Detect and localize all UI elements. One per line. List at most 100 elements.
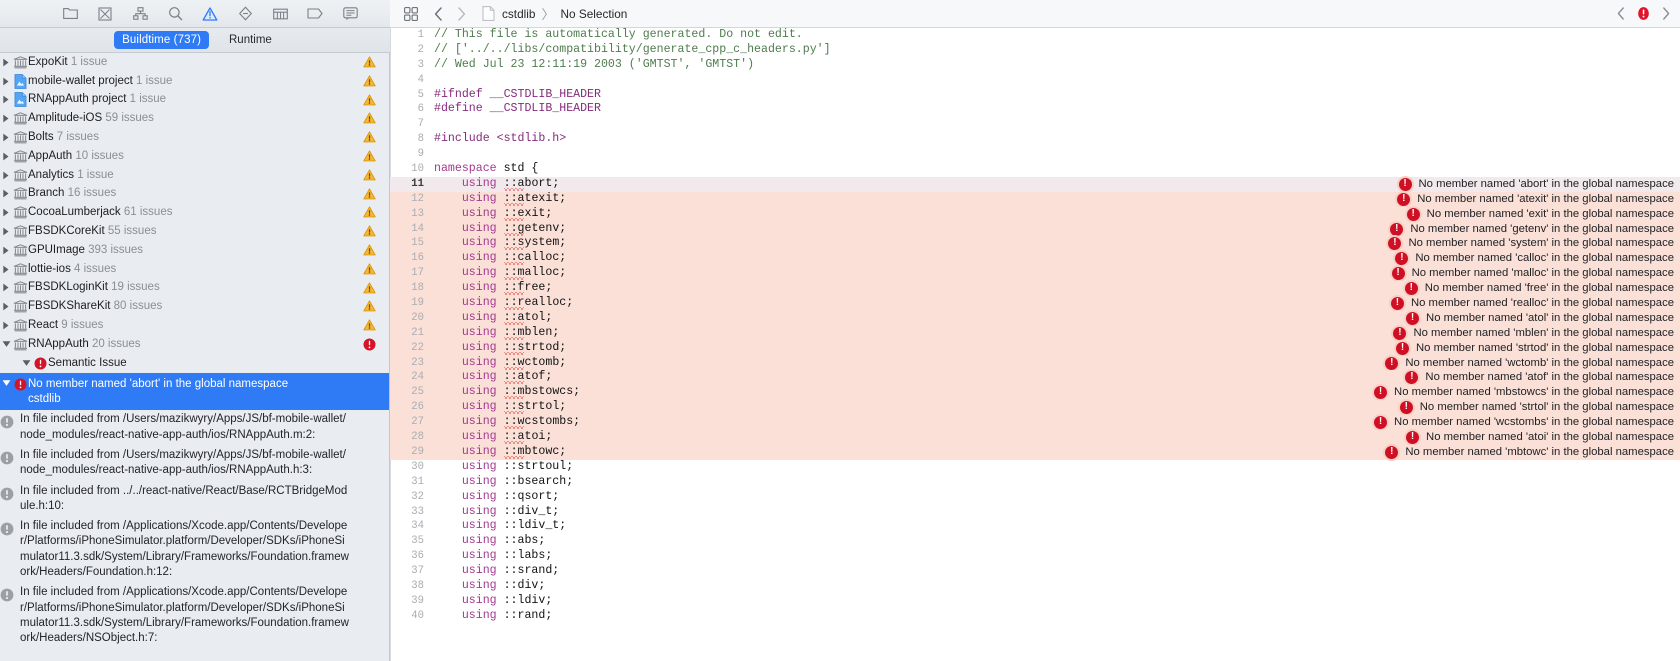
code-line[interactable]: 31 using ::bsearch;: [390, 475, 1680, 490]
code-line[interactable]: 35 using ::abs;: [390, 534, 1680, 549]
chevron-right-icon[interactable]: [0, 189, 12, 198]
code-line[interactable]: 8 #include <stdlib.h>: [390, 132, 1680, 147]
navigator-group-row[interactable]: lottie-ios 4 issues: [0, 260, 390, 279]
navigator-group-row[interactable]: FBSDKShareKit 80 issues: [0, 297, 390, 316]
navigator-group-row[interactable]: RNAppAuth 20 issues: [0, 335, 390, 354]
related-items-icon[interactable]: [404, 6, 418, 21]
search-icon[interactable]: [167, 5, 184, 22]
folder-icon[interactable]: [62, 5, 79, 22]
inline-error-message[interactable]: ! No member named 'malloc' in the global …: [1391, 266, 1674, 281]
issue-badge-icon[interactable]: [1636, 6, 1651, 21]
chevron-right-icon[interactable]: [0, 208, 12, 217]
symbol-hierarchy-icon[interactable]: [132, 5, 149, 22]
issue-navigator-list[interactable]: ExpoKit 1 issue mobile-wallet project 1 …: [0, 53, 390, 661]
filter-buildtime-button[interactable]: Buildtime (737): [114, 31, 209, 49]
inline-error-message[interactable]: ! No member named 'calloc' in the global …: [1395, 251, 1674, 266]
inline-error-message[interactable]: ! No member named 'atexit' in the global …: [1397, 192, 1674, 207]
code-line[interactable]: 10 namespace std {: [390, 162, 1680, 177]
code-line[interactable]: 2 // ['../../libs/compatibility/generate_…: [390, 43, 1680, 58]
inline-error-message[interactable]: ! No member named 'realloc' in the global…: [1390, 296, 1674, 311]
code-line[interactable]: 29 using ::mbtowc;! No member named 'mbto…: [390, 444, 1680, 460]
navigator-group-row[interactable]: FBSDKCoreKit 55 issues: [0, 222, 390, 241]
code-line[interactable]: 30 using ::strtoul;: [390, 460, 1680, 475]
inline-error-message[interactable]: ! No member named 'exit' in the global na…: [1406, 207, 1674, 222]
code-line[interactable]: 21 using ::mblen;! No member named 'mblen…: [390, 325, 1680, 341]
chevron-right-icon[interactable]: [0, 114, 12, 123]
forward-button[interactable]: [457, 6, 466, 21]
navigator-group-row[interactable]: RNAppAuth project 1 issue: [0, 91, 390, 110]
source-editor[interactable]: 1 // This file is automatically generated…: [390, 28, 1680, 661]
navigator-detail-row[interactable]: In file included from /Applications/Xcod…: [0, 517, 390, 583]
chevron-right-icon[interactable]: [0, 77, 12, 86]
chevron-right-icon[interactable]: [0, 152, 12, 161]
chevron-right-icon[interactable]: [0, 95, 12, 104]
code-line[interactable]: 37 using ::srand;: [390, 564, 1680, 579]
code-line[interactable]: 16 using ::calloc;! No member named 'call…: [390, 251, 1680, 267]
inline-error-message[interactable]: ! No member named 'system' in the global …: [1388, 236, 1674, 251]
code-line[interactable]: 22 using ::strtod;! No member named 'strt…: [390, 340, 1680, 356]
code-line[interactable]: 12 using ::atexit;! No member named 'atex…: [390, 191, 1680, 207]
source-control-icon[interactable]: [97, 5, 114, 22]
navigator-group-row[interactable]: ExpoKit 1 issue: [0, 53, 390, 72]
code-line[interactable]: 17 using ::malloc;! No member named 'mall…: [390, 266, 1680, 282]
code-line[interactable]: 38 using ::div;: [390, 579, 1680, 594]
navigator-selected-issue-row[interactable]: No member named 'abort' in the global na…: [0, 372, 390, 411]
inline-error-message[interactable]: ! No member named 'free' in the global na…: [1404, 281, 1674, 296]
inline-error-message[interactable]: ! No member named 'mbtowc' in the global …: [1385, 445, 1674, 460]
navigator-group-row[interactable]: Analytics 1 issue: [0, 166, 390, 185]
navigator-issue-category-row[interactable]: Semantic Issue: [0, 354, 390, 373]
chevron-right-icon[interactable]: [0, 227, 12, 236]
report-bubble-icon[interactable]: [342, 5, 359, 22]
filter-runtime-button[interactable]: Runtime: [225, 32, 276, 49]
chevron-down-icon[interactable]: [20, 359, 32, 367]
inline-error-message[interactable]: ! No member named 'atof' in the global na…: [1405, 370, 1674, 385]
navigator-group-row[interactable]: CocoaLumberjack 61 issues: [0, 203, 390, 222]
navigator-detail-row[interactable]: In file included from ../../react-native…: [0, 482, 390, 518]
chevron-right-icon[interactable]: [0, 321, 12, 330]
code-line[interactable]: 40 using ::rand;: [390, 609, 1680, 624]
code-line[interactable]: 34 using ::ldiv_t;: [390, 519, 1680, 534]
code-line[interactable]: 28 using ::atoi;! No member named 'atoi' …: [390, 430, 1680, 445]
code-line[interactable]: 19 using ::realloc;! No member named 'rea…: [390, 296, 1680, 311]
chevron-right-icon[interactable]: [0, 265, 12, 274]
code-line[interactable]: 4: [390, 73, 1680, 88]
chevron-right-icon[interactable]: [0, 133, 12, 142]
navigator-group-row[interactable]: React 9 issues: [0, 316, 390, 335]
code-line[interactable]: 15 using ::system;! No member named 'syst…: [390, 236, 1680, 252]
code-line[interactable]: 20 using ::atol;! No member named 'atol' …: [390, 310, 1680, 326]
code-line[interactable]: 1 // This file is automatically generated…: [390, 28, 1680, 43]
navigator-group-row[interactable]: Branch 16 issues: [0, 185, 390, 204]
chevron-right-icon[interactable]: [0, 302, 12, 311]
code-line[interactable]: 5 #ifndef __CSTDLIB_HEADER: [390, 88, 1680, 103]
code-line[interactable]: 39 using ::ldiv;: [390, 594, 1680, 609]
code-line[interactable]: 26 using ::strtol;! No member named 'strt…: [390, 400, 1680, 416]
inline-error-message[interactable]: ! No member named 'getenv' in the global …: [1390, 222, 1674, 237]
breakpoint-tag-icon[interactable]: [307, 5, 324, 22]
code-line[interactable]: 25 using ::mbstowcs;! No member named 'mb…: [390, 385, 1680, 401]
chevron-down-icon[interactable]: [0, 340, 12, 348]
inline-error-message[interactable]: ! No member named 'strtod' in the global …: [1395, 341, 1674, 356]
code-line[interactable]: 23 using ::wctomb;! No member named 'wcto…: [390, 355, 1680, 371]
code-line[interactable]: 7: [390, 117, 1680, 132]
chevron-down-icon[interactable]: [0, 375, 12, 387]
code-line[interactable]: 32 using ::qsort;: [390, 490, 1680, 505]
navigator-group-row[interactable]: Bolts 7 issues: [0, 128, 390, 147]
test-diamond-icon[interactable]: [237, 5, 254, 22]
breadcrumb-selection[interactable]: No Selection: [560, 7, 627, 21]
code-line[interactable]: 24 using ::atof;! No member named 'atof' …: [390, 370, 1680, 386]
navigator-group-row[interactable]: FBSDKLoginKit 19 issues: [0, 279, 390, 298]
chevron-right-icon[interactable]: [0, 283, 12, 292]
chevron-right-icon[interactable]: [0, 246, 12, 255]
debug-gauge-icon[interactable]: [272, 5, 289, 22]
inline-error-message[interactable]: ! No member named 'atol' in the global na…: [1406, 311, 1674, 326]
inline-error-message[interactable]: ! No member named 'wcstombs' in the globa…: [1374, 415, 1674, 430]
navigator-group-row[interactable]: AppAuth 10 issues: [0, 147, 390, 166]
inline-error-message[interactable]: ! No member named 'abort' in the global n…: [1398, 177, 1674, 192]
code-line[interactable]: 36 using ::labs;: [390, 549, 1680, 564]
inline-error-message[interactable]: ! No member named 'wctomb' in the global …: [1385, 356, 1674, 371]
inline-error-message[interactable]: ! No member named 'mblen' in the global n…: [1393, 326, 1674, 341]
chevron-right-icon[interactable]: [0, 171, 12, 180]
code-line[interactable]: 33 using ::div_t;: [390, 505, 1680, 520]
navigator-group-row[interactable]: Amplitude-iOS 59 issues: [0, 109, 390, 128]
code-line[interactable]: 3 // Wed Jul 23 12:11:19 2003 ('GMTST', '…: [390, 58, 1680, 73]
